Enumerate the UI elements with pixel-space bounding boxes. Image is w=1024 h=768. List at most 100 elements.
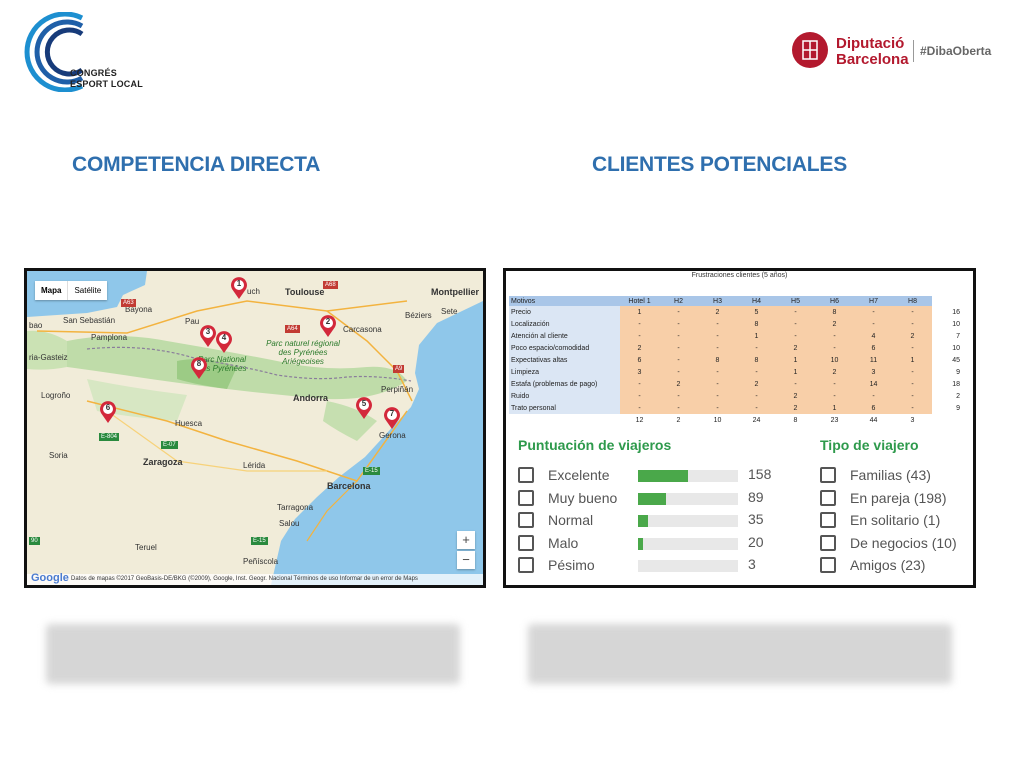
traveler-type-checkbox[interactable]	[820, 467, 836, 483]
table-cell: 8	[737, 318, 776, 330]
table-cell: -	[698, 330, 737, 342]
traveler-type-checkbox[interactable]	[820, 534, 836, 551]
competitor-pin[interactable]: 1	[230, 277, 248, 299]
place-label: Tarragona	[277, 503, 314, 512]
traveler-type-checkbox[interactable]	[820, 489, 836, 506]
road-shield: E-15	[363, 467, 380, 475]
competitor-map[interactable]: Mapa Satélite Toulouse Montpellier Bayon…	[24, 268, 486, 588]
table-row: Ruido - - - -2- - -2	[509, 390, 962, 402]
traveler-type-row[interactable]: En pareja (198)	[820, 489, 973, 510]
table-cell: 5	[737, 306, 776, 318]
table-cell: 1	[776, 366, 815, 378]
place-label: ria-Gasteiz	[29, 353, 68, 362]
place-label: Montpellier	[431, 287, 480, 297]
table-cell: 1	[620, 306, 659, 318]
place-label: Logroño	[41, 391, 71, 400]
diba-line-1: Diputació	[836, 35, 905, 52]
table-row: Poco espacio/comodidad 2- - -2-6-10	[509, 342, 962, 354]
road-shield: A68	[323, 281, 338, 289]
diba-seal-icon	[792, 32, 828, 68]
review-checkbox[interactable]	[518, 534, 534, 551]
zoom-out-button[interactable]: −	[457, 551, 475, 569]
table-cell: -	[659, 306, 698, 318]
column-header: Hotel 1	[620, 296, 659, 306]
place-label: Peñíscola	[243, 557, 279, 566]
traveler-type-checkbox[interactable]	[820, 512, 836, 528]
traveler-type-checkbox[interactable]	[820, 557, 836, 573]
table-cell: -	[893, 318, 932, 330]
place-label: Salou	[279, 519, 300, 528]
table-cell: 4	[854, 330, 893, 342]
traveler-type-row[interactable]: Familias (43)	[820, 467, 973, 487]
place-label: Pau	[185, 317, 200, 326]
review-checkbox[interactable]	[518, 467, 534, 483]
review-row[interactable]: Normal 35	[518, 511, 778, 532]
traveler-type-label: Amigos (23)	[850, 557, 926, 573]
table-cell: 14	[854, 378, 893, 390]
column-header: H5	[776, 296, 815, 306]
traveler-type-row[interactable]: Amigos (23)	[820, 557, 973, 577]
table-cell: -	[737, 366, 776, 378]
google-logo[interactable]: Google	[31, 572, 69, 584]
pin-number: 1	[236, 279, 242, 288]
traveler-type-row[interactable]: De negocios (10)	[820, 534, 973, 555]
place-label: bao	[29, 321, 43, 330]
review-row[interactable]: Muy bueno 89	[518, 488, 778, 510]
table-row: Estafa (problemas de pago) -2-2- -14-18	[509, 378, 962, 390]
review-count: 89	[748, 488, 764, 505]
review-row[interactable]: Excelente 158	[518, 466, 778, 487]
table-row: Atención al cliente - - -1- -4 2 7	[509, 330, 962, 342]
map-type-toggle[interactable]: Mapa Satélite	[35, 281, 108, 300]
table-cell: -	[698, 318, 737, 330]
table-row: Limpieza 3- - -1 2 3-9	[509, 366, 962, 378]
header-divider	[913, 40, 914, 62]
diba-logo-text: Diputació Barcelona	[836, 36, 909, 68]
map-attribution[interactable]: Datos de mapas ©2017 GeoBasis-DE/BKG (©2…	[27, 574, 483, 585]
competitor-pin[interactable]: 8	[190, 357, 208, 379]
table-header-row: Motivos Hotel 1 H2 H3 H4 H5 H6 H7 H8	[509, 296, 962, 306]
column-total: 12	[620, 414, 659, 426]
traveler-type-label: Familias (43)	[850, 467, 931, 483]
competitor-pin[interactable]: 6	[99, 401, 117, 423]
review-checkbox[interactable]	[518, 512, 534, 528]
table-cell: -	[737, 402, 776, 414]
table-cell: -	[698, 390, 737, 402]
column-header: H3	[698, 296, 737, 306]
satellite-mode-button[interactable]: Satélite	[68, 281, 107, 300]
traveler-type-label: En solitario (1)	[850, 512, 941, 528]
review-row[interactable]: Malo 20	[518, 533, 778, 555]
road-shield: E-804	[99, 433, 120, 441]
place-label: Barcelona	[327, 481, 371, 491]
review-checkbox[interactable]	[518, 489, 534, 506]
table-cell: -	[815, 330, 854, 342]
table-title: Frustraciones clientes (5 años)	[691, 272, 788, 279]
table-cell: -	[620, 378, 659, 390]
table-cell: -	[776, 306, 815, 318]
review-count: 20	[748, 533, 764, 550]
review-bar	[638, 515, 738, 527]
competitor-pin[interactable]: 5	[355, 397, 373, 419]
table-row: Localización - - -8-2- -10	[509, 318, 962, 330]
competitor-pin[interactable]: 7	[383, 407, 401, 429]
competitor-pin[interactable]: 4	[215, 331, 233, 353]
road-shield: A64	[285, 325, 300, 333]
review-count: 35	[748, 511, 764, 527]
place-label: Zaragoza	[143, 457, 183, 467]
empty-cell	[932, 414, 962, 426]
traveler-type-label: En pareja (198)	[850, 489, 947, 506]
review-bar-fill	[638, 537, 643, 550]
place-label: Perpiñán	[381, 385, 414, 394]
table-row: Trato personal - - - -2 1 6-9	[509, 402, 962, 414]
review-checkbox[interactable]	[518, 557, 534, 573]
row-total: 2	[932, 390, 962, 402]
review-row[interactable]: Pésimo 3	[518, 556, 778, 577]
zoom-in-button[interactable]: +	[457, 531, 475, 549]
row-label: Ruido	[509, 390, 620, 402]
table-cell: -	[698, 402, 737, 414]
competitor-pin[interactable]: 2	[319, 315, 337, 337]
table-cell: -	[893, 342, 932, 354]
review-bar	[638, 560, 738, 572]
traveler-type-row[interactable]: En solitario (1)	[820, 512, 973, 532]
review-count: 158	[748, 466, 772, 482]
map-mode-button[interactable]: Mapa	[35, 281, 69, 300]
